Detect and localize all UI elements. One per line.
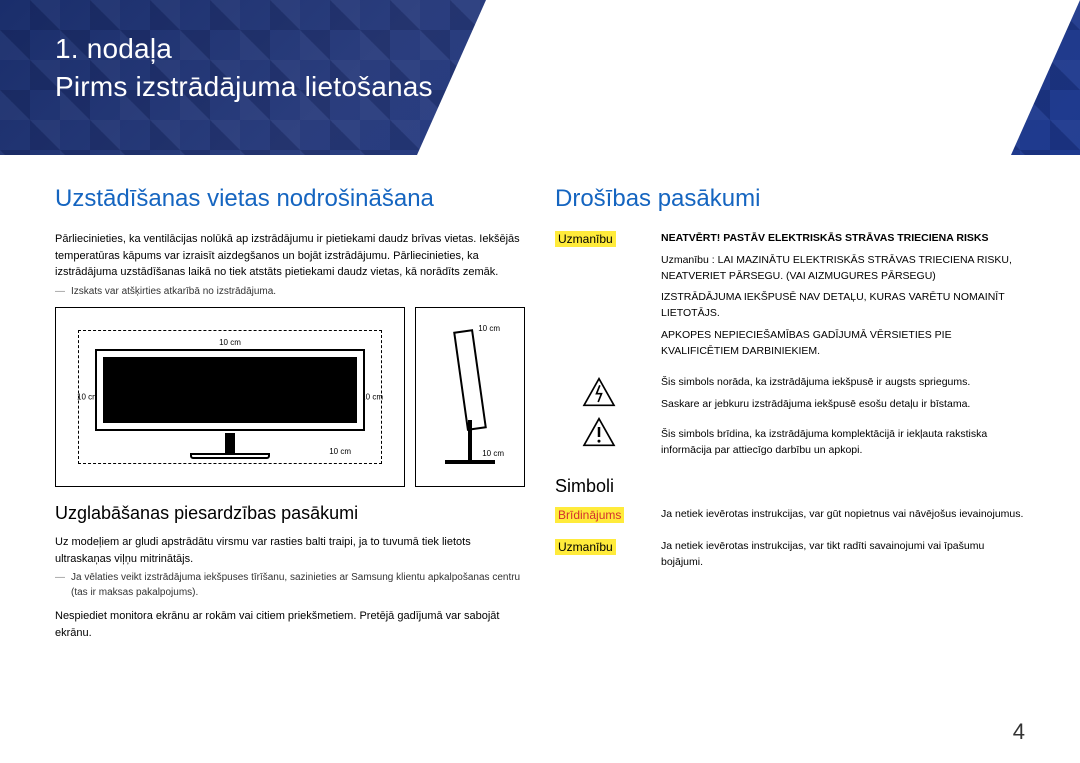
monitor-front-icon: [95, 349, 365, 431]
dim-side-bottom: 10 cm: [482, 449, 504, 458]
warning-text: Ja netiek ievērotas instrukcijas, var gū…: [661, 507, 1025, 523]
right-column: Drošības pasākumi Uzmanību NEATVĒRT! PAS…: [555, 185, 1025, 645]
notice-shock: Šis simbols norāda, ka izstrādājuma iekš…: [555, 375, 1025, 464]
diagram-front: 10 cm 10 cm 10 cm 10 cm: [55, 307, 405, 487]
appearance-note: Izskats var atšķirties atkarībā no izstr…: [55, 285, 525, 300]
exclamation-triangle-icon: [582, 417, 616, 447]
chapter-header: 1. nodaļa Pirms izstrādājuma lietošanas: [0, 0, 1080, 155]
caution2-text: Ja netiek ievērotas instrukcijas, var ti…: [661, 539, 1025, 571]
excl-paragraph-1: Šis simbols brīdina, ka izstrādājuma kom…: [661, 427, 1025, 459]
caution-paragraph-3: APKOPES NEPIECIEŠAMĪBAS GADĪJUMĀ VĒRSIET…: [661, 328, 1025, 360]
caution-paragraph-1: Uzmanību : LAI MAZINĀTU ELEKTRISKĀS STRĀ…: [661, 253, 1025, 285]
symbol-warning: Brīdinājums Ja netiek ievērotas instrukc…: [555, 507, 1025, 529]
page-number: 4: [1013, 719, 1025, 745]
section-heading-safety: Drošības pasākumi: [555, 185, 1025, 213]
caution-paragraph-2: IZSTRĀDĀJUMA IEKŠPUSĒ NAV DETAĻU, KURAS …: [661, 290, 1025, 322]
hazard-body: Šis simbols norāda, ka izstrādājuma iekš…: [661, 375, 1025, 464]
dim-top: 10 cm: [219, 338, 241, 347]
caution2-body: Ja netiek ievērotas instrukcijas, var ti…: [661, 539, 1025, 577]
notice-caution: Uzmanību NEATVĒRT! PASTĀV ELEKTRISKĀS ST…: [555, 231, 1025, 365]
shock-triangle-icon: [582, 377, 616, 407]
storage-note: Ja vēlaties veikt izstrādājuma iekšpuses…: [55, 571, 525, 600]
installation-intro: Pārliecinieties, ka ventilācijas nolūkā …: [55, 231, 525, 281]
shock-paragraph-1: Šis simbols norāda, ka izstrādājuma iekš…: [661, 375, 1025, 391]
monitor-side-icon: [453, 329, 487, 431]
caution-bold: NEATVĒRT! PASTĀV ELEKTRISKĀS STRĀVAS TRI…: [661, 231, 1025, 247]
caution-badge: Uzmanību: [555, 231, 616, 247]
storage-heading: Uzglabāšanas piesardzības pasākumi: [55, 503, 525, 524]
storage-paragraph-2: Nespiediet monitora ekrānu ar rokām vai …: [55, 608, 525, 641]
section-heading-installation: Uzstādīšanas vietas nodrošināšana: [55, 185, 525, 213]
symbols-heading: Simboli: [555, 476, 1025, 497]
dim-bottom: 10 cm: [329, 447, 351, 456]
caution2-label: Uzmanību: [555, 539, 643, 555]
shock-paragraph-2: Saskare ar jebkuru izstrādājuma iekšpusē…: [661, 397, 1025, 413]
clearance-diagrams: 10 cm 10 cm 10 cm 10 cm 10 cm 10 cm: [55, 307, 525, 487]
chapter-number: 1. nodaļa: [55, 33, 172, 64]
caution-body: NEATVĒRT! PASTĀV ELEKTRISKĀS STRĀVAS TRI…: [661, 231, 1025, 365]
dim-side-top: 10 cm: [478, 324, 500, 333]
side-base-icon: [445, 460, 495, 464]
side-stand-icon: [468, 420, 472, 460]
caution-label: Uzmanību: [555, 231, 643, 247]
stand-icon: [225, 433, 235, 455]
left-column: Uzstādīšanas vietas nodrošināšana Pārlie…: [55, 185, 525, 645]
chapter-name: Pirms izstrādājuma lietošanas: [55, 71, 433, 102]
diagram-side: 10 cm 10 cm: [415, 307, 525, 487]
warning-label: Brīdinājums: [555, 507, 643, 523]
chapter-title: 1. nodaļa Pirms izstrādājuma lietošanas: [0, 0, 1080, 106]
caution2-badge: Uzmanību: [555, 539, 616, 555]
base-icon: [190, 453, 270, 459]
symbol-caution: Uzmanību Ja netiek ievērotas instrukcija…: [555, 539, 1025, 577]
page-body: Uzstādīšanas vietas nodrošināšana Pārlie…: [0, 155, 1080, 645]
warning-badge: Brīdinājums: [555, 507, 624, 523]
hazard-icons: [555, 375, 643, 447]
warning-body: Ja netiek ievērotas instrukcijas, var gū…: [661, 507, 1025, 529]
storage-paragraph-1: Uz modeļiem ar gludi apstrādātu virsmu v…: [55, 534, 525, 567]
